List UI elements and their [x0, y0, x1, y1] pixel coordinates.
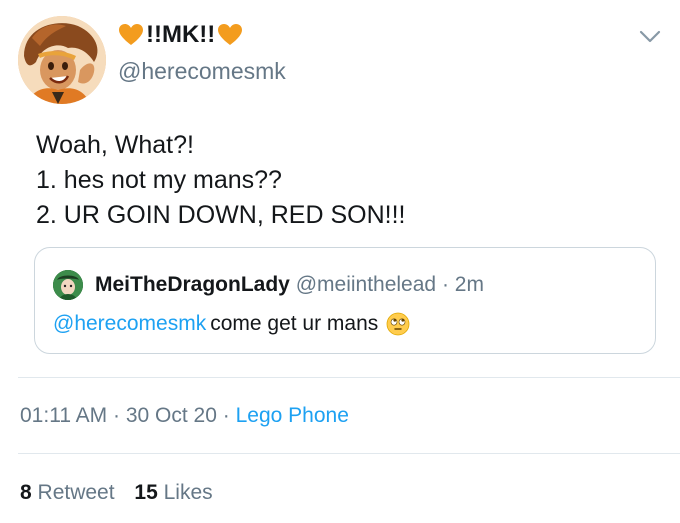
tweet-source-link[interactable]: Lego Phone [236, 404, 349, 427]
tweet-date[interactable]: 30 Oct 20 [126, 404, 217, 427]
quoted-time[interactable]: 2m [455, 273, 484, 296]
author-handle[interactable]: @herecomesmk [118, 56, 286, 86]
quoted-tweet-card[interactable]: MeiTheDragonLady @meiinthelead · 2m @her… [34, 247, 656, 354]
tweet-line: 1. hes not my mans?? [36, 166, 282, 194]
tweet-stats: 8 Retweet 15 Likes [20, 479, 227, 507]
divider [18, 377, 680, 378]
separator-dot: · [222, 404, 230, 427]
face-with-rolling-eyes-icon [386, 312, 410, 336]
tweet-meta: 01:11 AM · 30 Oct 20 · Lego Phone [20, 402, 349, 430]
likes-label: Likes [163, 481, 213, 504]
quoted-handle[interactable]: @meiinthelead [296, 273, 436, 296]
mention-link[interactable]: @herecomesmk [53, 310, 206, 338]
chevron-down-icon[interactable] [638, 24, 662, 48]
quoted-header: MeiTheDragonLady @meiinthelead · 2m [95, 271, 484, 299]
divider [18, 453, 680, 454]
author-name-text: !!MK!! [146, 21, 216, 48]
separator-dot: · [113, 404, 121, 427]
separator-dot: · [441, 273, 449, 296]
tweet-time[interactable]: 01:11 AM [20, 404, 107, 427]
tweet: !!MK!! @herecomesmk Woah, What?! 1. hes … [0, 0, 680, 523]
author-display-name[interactable]: !!MK!! [118, 20, 243, 50]
likes-stat[interactable]: 15 Likes [134, 481, 212, 504]
likes-count: 15 [134, 481, 158, 504]
orange-heart-icon [119, 24, 143, 45]
quoted-text: @herecomesmk come get ur mans [53, 310, 410, 338]
tweet-line: Woah, What?! [36, 131, 194, 159]
tweet-line: 2. UR GOIN DOWN, RED SON!!! [36, 201, 406, 229]
author-avatar[interactable] [18, 16, 106, 104]
retweets-count: 8 [20, 481, 32, 504]
retweets-label: Retweet [37, 481, 115, 504]
quoted-author-avatar[interactable] [53, 270, 83, 300]
quoted-text-body: come get ur mans [210, 312, 379, 335]
retweets-stat[interactable]: 8 Retweet [20, 481, 120, 504]
quoted-display-name[interactable]: MeiTheDragonLady [95, 273, 290, 296]
tweet-text: Woah, What?! 1. hes not my mans?? 2. UR … [36, 128, 405, 233]
orange-heart-icon [218, 24, 243, 45]
